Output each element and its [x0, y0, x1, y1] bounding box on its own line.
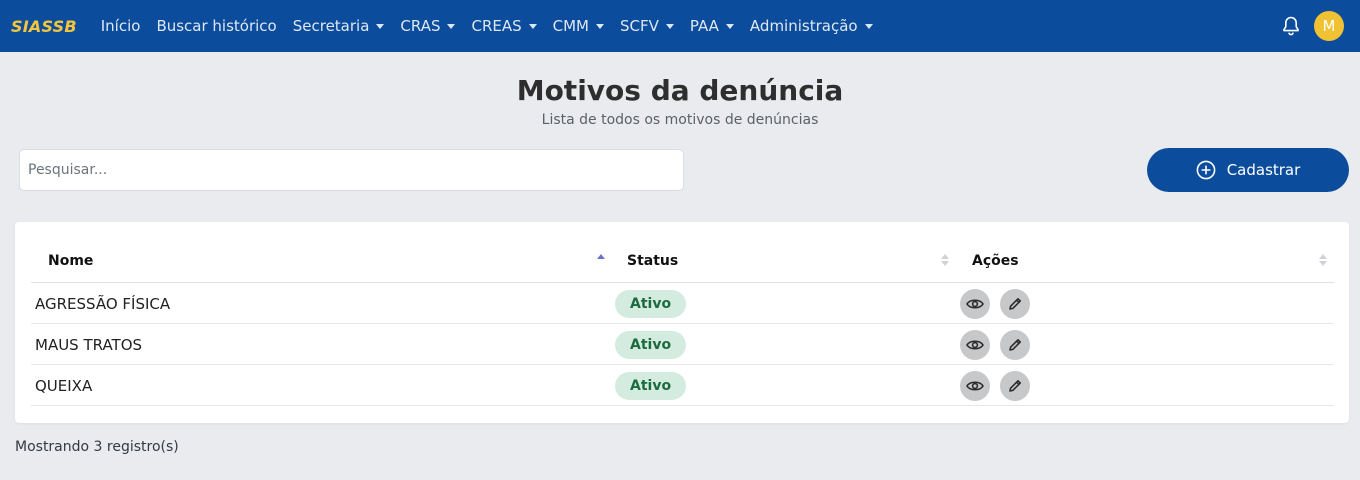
cell-acoes: [960, 365, 1040, 406]
cell-nome: QUEIXA: [35, 376, 93, 395]
table-card: Nome Status Ações AGRESSÃO FÍSICA Ativo …: [15, 222, 1349, 423]
nav-item-label: CRAS: [400, 17, 441, 35]
table-header: Nome Status Ações: [31, 238, 1334, 283]
sort-icon[interactable]: [941, 252, 949, 268]
search-input[interactable]: [19, 149, 684, 191]
navbar-right: M: [1280, 0, 1344, 52]
nav-item-creas[interactable]: CREAS: [471, 17, 537, 35]
user-avatar[interactable]: M: [1314, 11, 1344, 41]
caret-down-icon: [725, 23, 734, 29]
data-table: Nome Status Ações AGRESSÃO FÍSICA Ativo …: [31, 238, 1334, 406]
nav-item-paa[interactable]: PAA: [690, 17, 734, 35]
pencil-icon: [1009, 379, 1021, 392]
edit-button[interactable]: [1000, 329, 1030, 360]
column-header-nome[interactable]: Nome: [48, 238, 93, 283]
cadastrar-button[interactable]: Cadastrar: [1147, 148, 1349, 192]
caret-down-icon: [596, 23, 604, 29]
caret-down-icon: [447, 23, 456, 29]
table-row: MAUS TRATOS Ativo: [31, 324, 1334, 365]
view-button[interactable]: [960, 370, 990, 401]
column-header-status[interactable]: Status: [627, 238, 678, 283]
caret-down-icon: [864, 23, 873, 29]
cell-acoes: [960, 324, 1040, 365]
nav-item-buscar-historico[interactable]: Buscar histórico: [156, 17, 276, 35]
status-badge: Ativo: [615, 289, 687, 318]
status-badge: Ativo: [615, 330, 687, 359]
pencil-icon: [1009, 297, 1021, 310]
nav-item-label: CREAS: [471, 17, 522, 35]
nav-item-scfv[interactable]: SCFV: [620, 17, 674, 35]
table-row: QUEIXA Ativo: [31, 365, 1334, 406]
nav-item-secretaria[interactable]: Secretaria: [293, 17, 385, 35]
records-count: Mostrando 3 registro(s): [15, 439, 179, 455]
cell-nome: AGRESSÃO FÍSICA: [35, 294, 171, 313]
nav-item-cmm[interactable]: CMM: [553, 17, 604, 35]
caret-down-icon: [528, 23, 537, 29]
caret-down-icon: [376, 23, 385, 29]
view-button[interactable]: [960, 329, 990, 360]
edit-button[interactable]: [1000, 288, 1030, 319]
top-navbar: SIASSB Início Buscar histórico Secretari…: [0, 0, 1360, 52]
cadastrar-button-label: Cadastrar: [1226, 161, 1301, 179]
eye-icon: [966, 339, 984, 350]
column-header-acoes[interactable]: Ações: [972, 238, 1019, 283]
bell-icon[interactable]: [1280, 15, 1302, 37]
nav-item-administracao[interactable]: Administração: [750, 17, 873, 35]
nav-item-label: Secretaria: [292, 17, 370, 35]
plus-circle-icon: [1196, 160, 1216, 180]
page-title: Motivos da denúncia: [516, 74, 844, 107]
cell-status: Ativo: [615, 283, 687, 324]
pencil-icon: [1009, 338, 1021, 351]
eye-icon: [966, 380, 984, 391]
cell-nome: MAUS TRATOS: [35, 335, 143, 354]
view-button[interactable]: [960, 288, 990, 319]
brand-logo[interactable]: SIASSB: [11, 17, 77, 36]
cell-status: Ativo: [615, 365, 687, 406]
nav-item-label: CMM: [552, 17, 589, 35]
caret-down-icon: [665, 23, 674, 29]
sort-asc-icon[interactable]: [597, 252, 605, 268]
nav-item-label: PAA: [689, 17, 719, 35]
nav-item-inicio[interactable]: Início: [101, 17, 141, 35]
nav-item-label: Administração: [749, 17, 858, 35]
edit-button[interactable]: [1000, 370, 1030, 401]
cell-status: Ativo: [615, 324, 687, 365]
nav-item-cras[interactable]: CRAS: [400, 17, 456, 35]
status-badge: Ativo: [615, 371, 687, 400]
main-nav: Início Buscar histórico Secretaria CRAS …: [101, 17, 889, 35]
sort-icon[interactable]: [1319, 252, 1327, 268]
table-row: AGRESSÃO FÍSICA Ativo: [31, 283, 1334, 324]
page-subtitle: Lista de todos os motivos de denúncias: [541, 112, 819, 128]
eye-icon: [966, 298, 984, 309]
cell-acoes: [960, 283, 1040, 324]
nav-item-label: Buscar histórico: [156, 17, 277, 35]
nav-item-label: Início: [100, 17, 141, 35]
nav-item-label: SCFV: [620, 17, 659, 35]
